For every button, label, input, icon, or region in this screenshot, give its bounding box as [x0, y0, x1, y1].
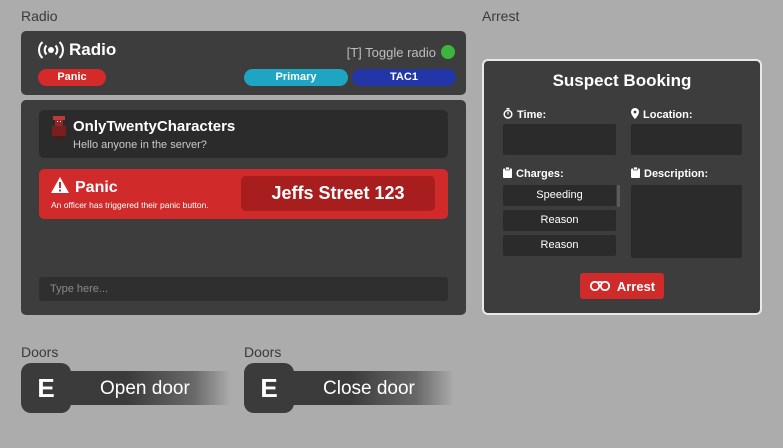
warning-icon [51, 177, 69, 198]
toggle-radio-hint: [T] Toggle radio [346, 45, 436, 60]
radio-messages-panel: OnlyTwentyCharacters Hello anyone in the… [21, 100, 466, 315]
radio-title: Radio [37, 40, 116, 60]
message-text: Hello anyone in the server? [73, 139, 207, 151]
primary-channel-button[interactable]: Primary [244, 69, 348, 86]
clipboard-icon [503, 166, 512, 181]
radio-section-label: Radio [21, 8, 58, 24]
charges-label-text: Charges: [516, 168, 564, 180]
stopwatch-icon [503, 108, 513, 122]
doors-section-label-2: Doors [244, 344, 282, 360]
radio-title-text: Radio [69, 40, 117, 59]
panic-location[interactable]: Jeffs Street 123 [241, 176, 435, 211]
description-label: Description: [631, 166, 709, 181]
location-field[interactable] [631, 124, 742, 155]
panic-alert-title: Panic [51, 177, 118, 198]
tac1-channel-button[interactable]: TAC1 [352, 69, 456, 86]
open-door-label: Open door [100, 378, 190, 399]
charges-scrollbar[interactable] [617, 185, 620, 207]
description-label-text: Description: [644, 168, 709, 180]
close-door-label: Close door [323, 378, 415, 399]
clipboard-icon [631, 166, 640, 181]
arrest-button-label: Arrest [616, 278, 656, 294]
location-label-text: Location: [643, 109, 693, 121]
time-label-text: Time: [517, 109, 547, 121]
radio-status-indicator [441, 45, 455, 59]
arrest-section-label: Arrest [482, 8, 520, 24]
handcuffs-icon [589, 279, 611, 294]
charge-item[interactable]: Reason [503, 210, 616, 231]
suspect-booking-panel: Suspect Booking Time: Location: Charges:… [482, 59, 762, 315]
radio-waves-icon [37, 40, 65, 60]
description-field[interactable] [631, 185, 742, 258]
panic-alert-card: Panic An officer has triggered their pan… [39, 169, 448, 219]
radio-header-panel: Radio [T] Toggle radio Panic Primary TAC… [21, 31, 466, 95]
radio-message: OnlyTwentyCharacters Hello anyone in the… [39, 110, 448, 158]
doors-section-label: Doors [21, 344, 59, 360]
close-door-prompt[interactable]: E Close door [244, 363, 454, 413]
key-e-badge: E [21, 363, 71, 413]
booking-title: Suspect Booking [552, 71, 692, 90]
charges-label: Charges: [503, 166, 564, 181]
panic-channel-button[interactable]: Panic [38, 69, 106, 86]
message-sender: OnlyTwentyCharacters [73, 118, 236, 135]
chat-input[interactable] [39, 277, 448, 301]
location-label: Location: [631, 108, 693, 122]
map-pin-icon [631, 108, 639, 122]
key-e-badge: E [244, 363, 294, 413]
panic-title-text: Panic [75, 178, 118, 196]
time-label: Time: [503, 108, 546, 122]
open-door-prompt[interactable]: E Open door [21, 363, 231, 413]
avatar [51, 116, 67, 140]
charge-item[interactable]: Reason [503, 235, 616, 256]
time-field[interactable] [503, 124, 616, 155]
charge-item[interactable]: Speeding [503, 185, 616, 206]
panic-alert-subtitle: An officer has triggered their panic but… [51, 200, 209, 210]
arrest-button[interactable]: Arrest [580, 273, 664, 299]
